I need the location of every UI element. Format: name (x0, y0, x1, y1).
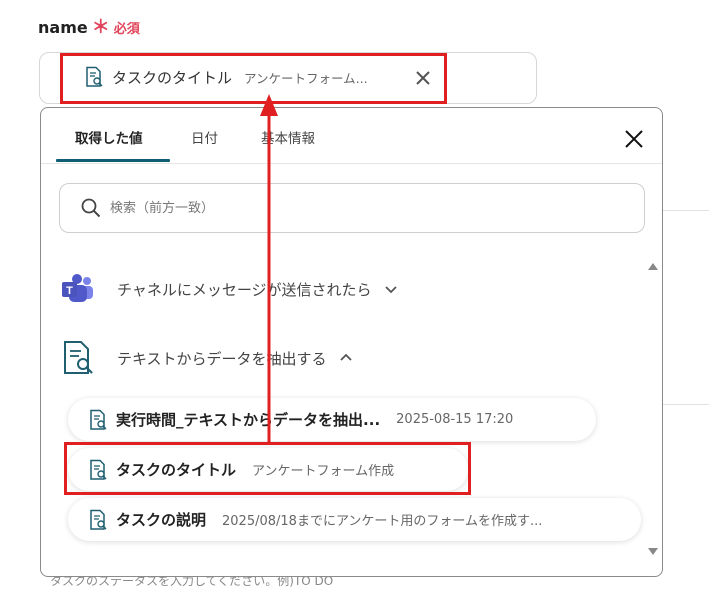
search-input[interactable] (108, 199, 612, 217)
chip-title: タスクのタイトル (112, 68, 233, 87)
active-tab-indicator (56, 159, 170, 162)
group-teams-message[interactable]: T チャネルにメッセージが送信されたら (61, 273, 398, 305)
annotation-arrow (260, 94, 278, 444)
item-title: タスクの説明 (116, 511, 207, 529)
list-item[interactable]: タスクのタイトル アンケートフォーム作成 (68, 448, 468, 491)
document-search-icon (64, 341, 93, 374)
background-divider (663, 210, 709, 211)
chevron-up-icon (339, 353, 352, 361)
teams-icon: T (62, 274, 93, 302)
value-picker-popover: 取得した値 日付 基本情報 T チャネルにメッセージが送信されたら (40, 107, 663, 577)
item-value: 2025-08-15 17:20 (396, 412, 514, 427)
group-label: チャネルにメッセージが送信されたら (117, 280, 372, 299)
chevron-down-icon (384, 286, 397, 294)
field-label-text: name (38, 18, 88, 37)
search-icon (81, 198, 101, 218)
chip-remove-icon[interactable] (414, 69, 432, 87)
document-search-icon (86, 66, 103, 87)
group-extract-data[interactable]: テキストからデータを抽出する (61, 340, 353, 376)
required-badge: 必須 (113, 22, 140, 37)
field-label: name ＊ 必須 (38, 18, 140, 37)
tab-obtained-values[interactable]: 取得した値 (75, 127, 143, 147)
list-item[interactable]: タスクの説明 2025/08/18までにアンケート用のフォームを作成す... (68, 498, 641, 541)
chip-subtitle: アンケートフォーム... (244, 70, 368, 86)
selected-value-chip[interactable]: タスクのタイトル アンケートフォーム... (62, 54, 444, 100)
search-box[interactable] (59, 183, 645, 233)
document-search-icon (90, 459, 107, 480)
background-divider (663, 404, 709, 405)
scroll-up-arrow[interactable] (648, 263, 658, 270)
required-star: ＊ (91, 16, 110, 38)
close-icon[interactable] (623, 128, 645, 150)
item-title: タスクのタイトル (116, 461, 237, 479)
scroll-down-arrow[interactable] (648, 548, 658, 555)
item-value: 2025/08/18までにアンケート用のフォームを作成す... (222, 514, 543, 529)
document-search-icon (90, 409, 107, 430)
svg-text:T: T (66, 285, 73, 297)
item-title: 実行時間_テキストからデータを抽出... (116, 411, 381, 429)
tab-date[interactable]: 日付 (191, 127, 218, 147)
tab-bar: 取得した値 日付 基本情報 (41, 108, 662, 164)
group-label: テキストからデータを抽出する (117, 349, 327, 368)
list-item[interactable]: 実行時間_テキストからデータを抽出... 2025-08-15 17:20 (68, 398, 596, 441)
item-value: アンケートフォーム作成 (252, 464, 395, 479)
document-search-icon (90, 509, 107, 530)
